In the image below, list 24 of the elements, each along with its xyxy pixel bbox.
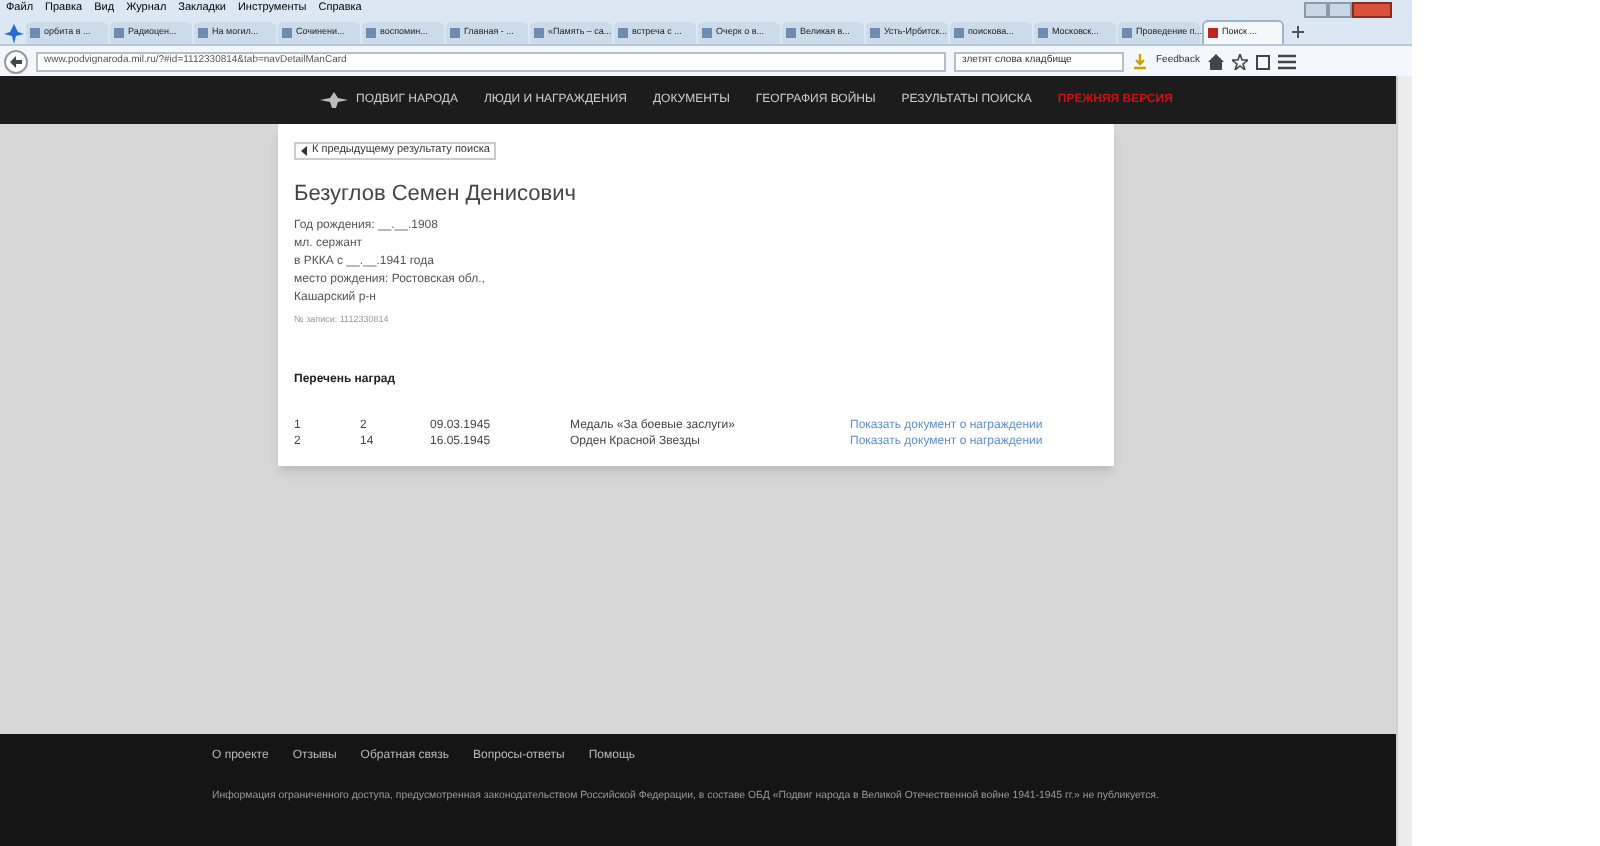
star-icon[interactable] <box>1231 53 1248 69</box>
menu-icon[interactable] <box>1277 53 1296 69</box>
favicon-icon <box>366 28 376 38</box>
favicon-icon <box>702 28 712 38</box>
back-arrow-icon[interactable] <box>4 49 28 73</box>
favicon-icon <box>1038 28 1048 38</box>
favicon-icon <box>450 28 460 38</box>
favicon-icon <box>30 28 40 38</box>
favicon-icon <box>618 28 628 38</box>
favicon-icon <box>1208 28 1218 38</box>
favicon-icon <box>1122 28 1132 38</box>
home-icon[interactable] <box>1207 53 1224 69</box>
favicon-icon <box>114 28 124 38</box>
favicon-icon <box>786 28 796 38</box>
new-tab-icon[interactable] <box>1292 26 1304 38</box>
favicon-icon <box>282 28 292 38</box>
favicon-icon <box>954 28 964 38</box>
scrollbar[interactable] <box>1396 76 1412 846</box>
favicon-icon <box>198 28 208 38</box>
favicon-icon <box>870 28 880 38</box>
favicon-icon <box>534 28 544 38</box>
chevron-left-icon <box>300 146 308 156</box>
person-name: Безуглов Семен Денисович <box>294 184 578 206</box>
close-button[interactable] <box>1352 1 1392 17</box>
